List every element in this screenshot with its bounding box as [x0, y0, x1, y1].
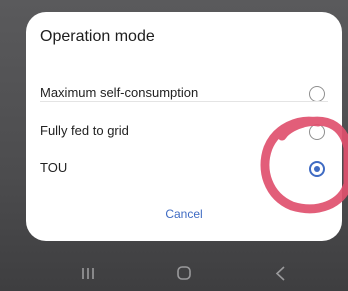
option-label: TOU [40, 160, 68, 175]
back-button[interactable] [260, 262, 300, 286]
operation-mode-dialog: Operation mode Maximum self-consumption … [26, 12, 342, 241]
cancel-button[interactable]: Cancel [144, 203, 224, 225]
phone-screen: Operation mode Maximum self-consumption … [0, 0, 348, 291]
option-label: Fully fed to grid [40, 123, 129, 138]
back-icon [275, 266, 285, 281]
recents-button[interactable] [68, 262, 108, 286]
divider [40, 101, 328, 102]
radio-selected-icon[interactable] [309, 161, 325, 177]
dialog-title: Operation mode [40, 28, 155, 45]
option-fully-fed-to-grid[interactable]: Fully fed to grid [26, 112, 342, 150]
radio-unselected-icon[interactable] [309, 86, 325, 102]
home-icon [177, 266, 191, 280]
radio-unselected-icon[interactable] [309, 124, 325, 140]
navigation-bar [0, 252, 348, 291]
radio-dot [314, 166, 320, 172]
option-label: Maximum self-consumption [40, 85, 199, 100]
home-button[interactable] [164, 262, 204, 286]
option-maximum-self-consumption[interactable]: Maximum self-consumption [26, 74, 342, 112]
recents-icon [82, 268, 94, 279]
option-tou[interactable]: TOU [26, 149, 342, 187]
